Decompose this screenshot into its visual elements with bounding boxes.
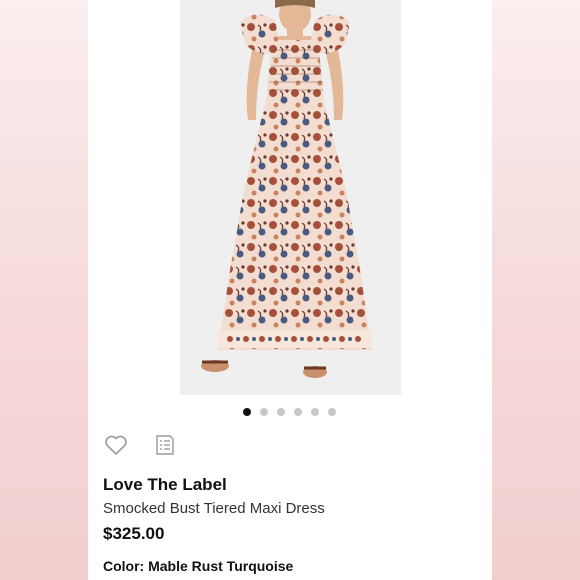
carousel-dot-5[interactable] bbox=[311, 408, 319, 416]
left-background-panel bbox=[0, 0, 88, 580]
dress-photo-illustration bbox=[180, 0, 401, 395]
color-value: Mable Rust Turquoise bbox=[148, 558, 294, 574]
brand-name[interactable]: Love The Label bbox=[103, 475, 227, 495]
right-background-panel bbox=[492, 0, 580, 580]
carousel-dot-1[interactable] bbox=[243, 408, 251, 416]
carousel-dot-6[interactable] bbox=[328, 408, 336, 416]
carousel-dots bbox=[88, 408, 492, 420]
heart-icon bbox=[105, 435, 127, 455]
color-selection: Color: Mable Rust Turquoise bbox=[103, 558, 293, 574]
carousel-dot-4[interactable] bbox=[294, 408, 302, 416]
product-price: $325.00 bbox=[103, 524, 165, 543]
favorite-button[interactable] bbox=[103, 432, 129, 458]
product-actions bbox=[103, 432, 178, 458]
product-title: Smocked Bust Tiered Maxi Dress bbox=[103, 500, 325, 517]
product-image[interactable] bbox=[180, 0, 401, 395]
color-label: Color: bbox=[103, 558, 145, 574]
carousel-dot-3[interactable] bbox=[277, 408, 285, 416]
list-icon bbox=[156, 435, 174, 455]
carousel-dot-2[interactable] bbox=[260, 408, 268, 416]
product-card: Love The Label Smocked Bust Tiered Maxi … bbox=[88, 0, 492, 580]
details-button[interactable] bbox=[152, 432, 178, 458]
